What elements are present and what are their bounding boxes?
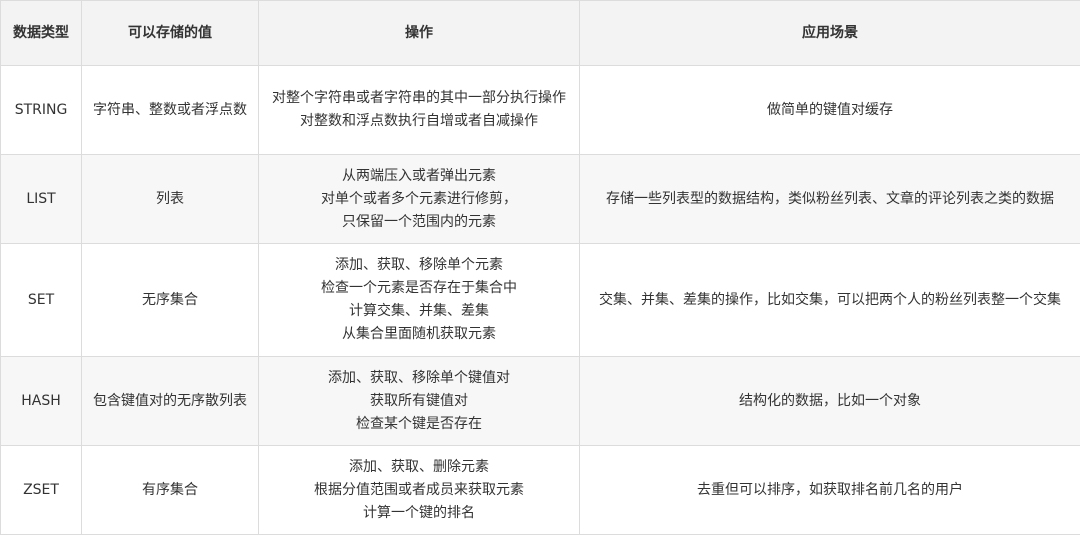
cell-type: SET (0, 243, 82, 357)
header-row: 数据类型 可以存储的值 操作 应用场景 (0, 0, 1080, 66)
cell-ops: 从两端压入或者弹出元素 对单个或者多个元素进行修剪， 只保留一个范围内的元素 (258, 154, 580, 244)
cell-usage: 去重但可以排序，如获取排名前几名的用户 (579, 445, 1080, 535)
redis-data-types-table: 数据类型 可以存储的值 操作 应用场景 STRING 字符串、整数或者浮点数 对… (0, 0, 1080, 535)
op-line: 对单个或者多个元素进行修剪， (321, 190, 517, 207)
op-line: 只保留一个范围内的元素 (342, 213, 496, 230)
cell-value: 无序集合 (81, 243, 259, 357)
header-use-case: 应用场景 (579, 0, 1080, 66)
cell-ops: 添加、获取、删除元素 根据分值范围或者成员来获取元素 计算一个键的排名 (258, 445, 580, 535)
cell-usage: 结构化的数据，比如一个对象 (579, 356, 1080, 446)
cell-usage: 做简单的键值对缓存 (579, 65, 1080, 155)
op-line: 计算交集、并集、差集 (349, 303, 489, 319)
header-data-type: 数据类型 (0, 0, 82, 66)
table-row-string: STRING 字符串、整数或者浮点数 对整个字符串或者字符串的其中一部分执行操作… (0, 65, 1080, 155)
cell-usage: 交集、并集、差集的操作，比如交集，可以把两个人的粉丝列表整一个交集 (579, 243, 1080, 357)
op-line: 从集合里面随机获取元素 (342, 326, 496, 342)
table-row-set: SET 无序集合 添加、获取、移除单个元素 检查一个元素是否存在于集合中 计算交… (0, 243, 1080, 357)
cell-usage: 存储一些列表型的数据结构，类似粉丝列表、文章的评论列表之类的数据 (579, 154, 1080, 244)
op-line: 添加、获取、删除元素 (349, 458, 489, 475)
cell-value: 字符串、整数或者浮点数 (81, 65, 259, 155)
op-line: 根据分值范围或者成员来获取元素 (314, 481, 524, 498)
op-line: 添加、获取、移除单个元素 (335, 257, 503, 273)
op-line: 计算一个键的排名 (363, 504, 475, 521)
op-line: 从两端压入或者弹出元素 (342, 167, 496, 184)
cell-value: 有序集合 (81, 445, 259, 535)
cell-type: STRING (0, 65, 82, 155)
cell-value: 包含键值对的无序散列表 (81, 356, 259, 446)
op-line: 添加、获取、移除单个键值对 (328, 369, 510, 386)
header-operations: 操作 (258, 0, 580, 66)
table-row-zset: ZSET 有序集合 添加、获取、删除元素 根据分值范围或者成员来获取元素 计算一… (0, 445, 1080, 535)
cell-type: ZSET (0, 445, 82, 535)
cell-ops: 对整个字符串或者字符串的其中一部分执行操作 对整数和浮点数执行自增或者自减操作 (258, 65, 580, 155)
header-storable-value: 可以存储的值 (81, 0, 259, 66)
cell-ops: 添加、获取、移除单个键值对 获取所有键值对 检查某个键是否存在 (258, 356, 580, 446)
cell-type: LIST (0, 154, 82, 244)
cell-ops: 添加、获取、移除单个元素 检查一个元素是否存在于集合中 计算交集、并集、差集 从… (258, 243, 580, 357)
op-line: 对整个字符串或者字符串的其中一部分执行操作 (272, 90, 566, 106)
table-row-hash: HASH 包含键值对的无序散列表 添加、获取、移除单个键值对 获取所有键值对 检… (0, 356, 1080, 446)
table-row-list: LIST 列表 从两端压入或者弹出元素 对单个或者多个元素进行修剪， 只保留一个… (0, 154, 1080, 244)
cell-value: 列表 (81, 154, 259, 244)
op-line: 对整数和浮点数执行自增或者自减操作 (300, 113, 538, 129)
cell-type: HASH (0, 356, 82, 446)
op-line: 检查某个键是否存在 (356, 415, 482, 432)
op-line: 检查一个元素是否存在于集合中 (321, 280, 517, 296)
op-line: 获取所有键值对 (370, 392, 468, 409)
